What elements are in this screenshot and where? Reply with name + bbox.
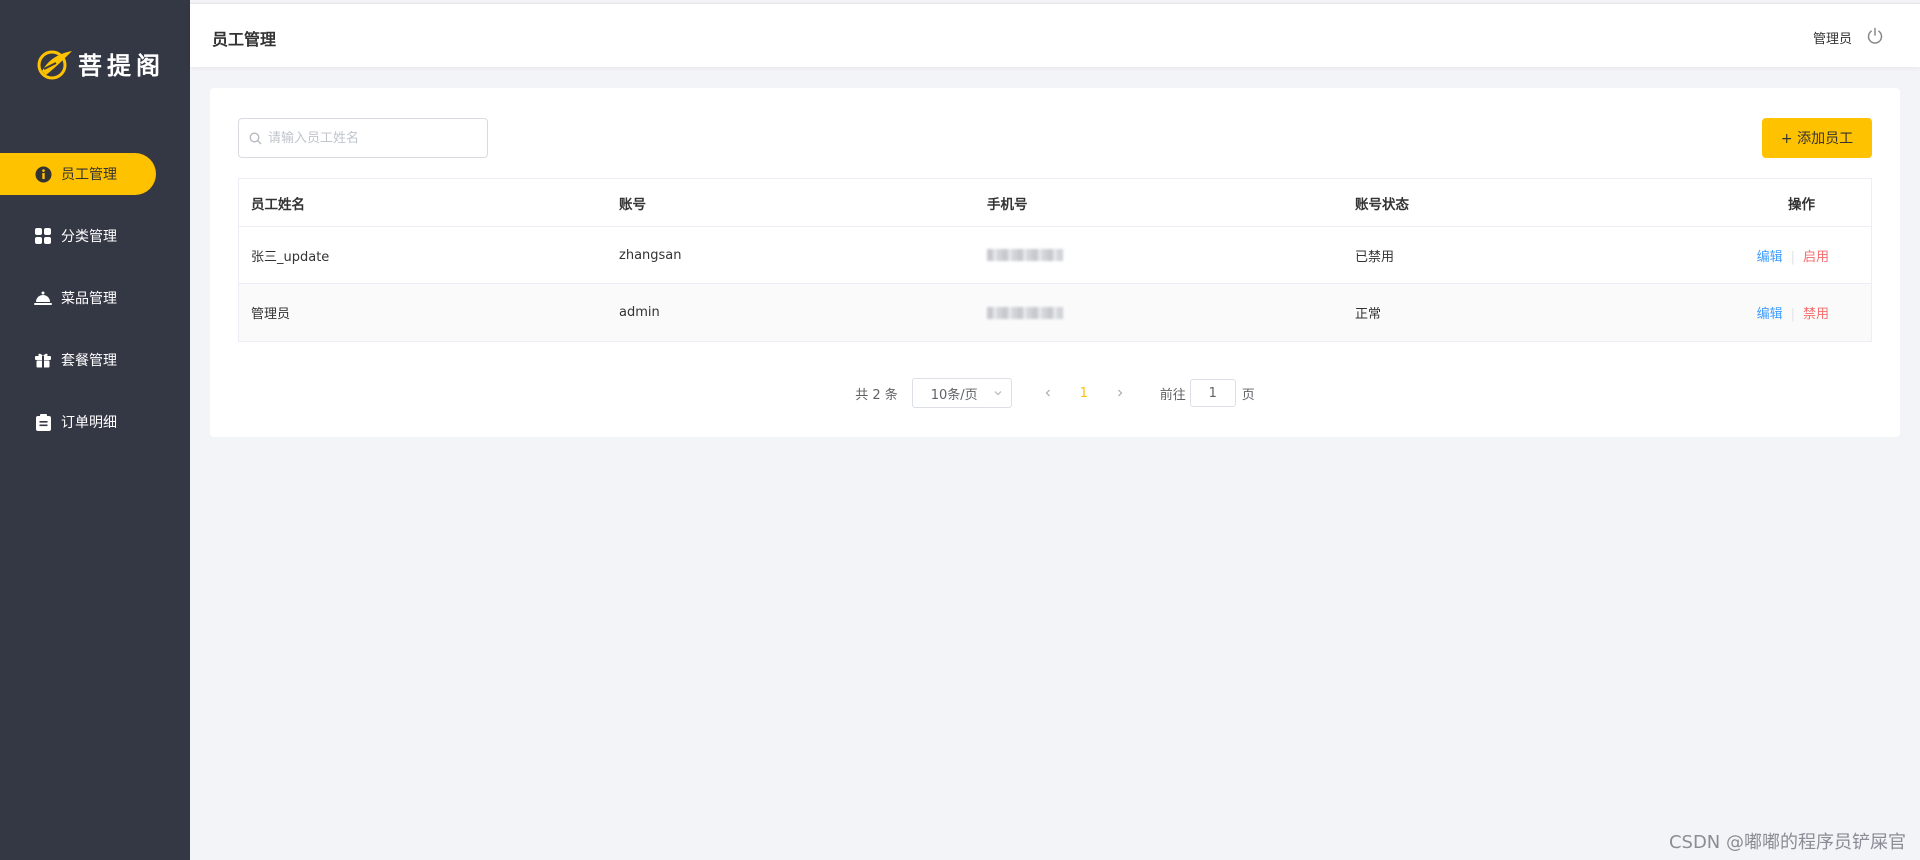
- column-header-status: 账号状态: [1355, 196, 1409, 213]
- top-header: 员工管理 管理员: [190, 3, 1920, 67]
- blurred-phone: [987, 249, 1063, 261]
- power-icon[interactable]: [1866, 27, 1884, 45]
- edit-button[interactable]: 编辑: [1757, 250, 1783, 265]
- page-number-1[interactable]: 1: [1066, 378, 1102, 408]
- current-user: 管理员: [1812, 32, 1852, 47]
- column-header-phone: 手机号: [987, 196, 1028, 213]
- goto-prefix: 前往: [1159, 387, 1186, 403]
- disable-button[interactable]: 禁用: [1803, 307, 1829, 322]
- prev-page-button[interactable]: [1030, 378, 1066, 408]
- main-card: + 添加员工 员工姓名 账号 手机号 账号状态 操作 张三_update zha…: [210, 88, 1900, 437]
- enable-button[interactable]: 启用: [1803, 250, 1829, 265]
- search-box[interactable]: [238, 118, 488, 158]
- column-header-actions: 操作: [1788, 196, 1815, 213]
- cell-actions: 编辑 | 禁用: [1673, 303, 1871, 322]
- chevron-left-icon: [1045, 389, 1050, 397]
- sidebar-item-label: 订单明细: [61, 415, 117, 431]
- logo: 菩提阁: [34, 46, 165, 81]
- sidebar-item-employee[interactable]: 员工管理: [0, 153, 156, 195]
- sidebar-item-label: 菜品管理: [61, 291, 117, 307]
- search-icon: [249, 132, 262, 144]
- cell-phone: [975, 248, 1343, 263]
- table-row: 管理员 admin 正常 编辑 | 禁用: [239, 284, 1871, 341]
- total-count: 共 2 条: [855, 387, 898, 403]
- chevron-right-icon: [1117, 389, 1123, 397]
- column-header-name: 员工姓名: [251, 196, 305, 213]
- page-size-value: 10条/页: [930, 387, 978, 403]
- goto-page-input[interactable]: [1189, 379, 1236, 407]
- sidebar-item-label: 员工管理: [61, 167, 117, 183]
- logo-mark-icon: [37, 50, 72, 79]
- search-input[interactable]: [268, 130, 478, 146]
- page-title: 员工管理: [212, 30, 277, 49]
- goto-page: 前往 页: [1160, 379, 1255, 407]
- clipboard-icon: [34, 413, 52, 431]
- cell-status: 正常: [1355, 307, 1382, 322]
- next-page-button[interactable]: [1102, 378, 1138, 408]
- add-employee-button[interactable]: + 添加员工: [1762, 118, 1872, 158]
- employee-table: 员工姓名 账号 手机号 账号状态 操作 张三_update zhangsan 已…: [238, 178, 1872, 342]
- goto-suffix: 页: [1241, 387, 1255, 403]
- table-row: 张三_update zhangsan 已禁用 编辑 | 启用: [239, 227, 1871, 284]
- sidebar-item-combo[interactable]: 套餐管理: [0, 339, 156, 381]
- grid-icon: [34, 227, 52, 245]
- cell-status: 已禁用: [1355, 249, 1395, 265]
- cell-phone: [975, 305, 1343, 320]
- divider: |: [1790, 249, 1795, 265]
- blurred-phone: [987, 306, 1063, 319]
- info-circle-icon: [34, 165, 52, 183]
- sidebar-menu: 员工管理 分类管理 菜品管理 套餐管理 订单明细: [0, 153, 190, 463]
- divider: |: [1790, 307, 1795, 322]
- cell-account: admin: [619, 305, 660, 320]
- page-size-select[interactable]: 10条/页: [911, 378, 1012, 408]
- table-header: 员工姓名 账号 手机号 账号状态 操作: [239, 179, 1871, 227]
- gift-icon: [34, 351, 52, 369]
- sidebar-item-category[interactable]: 分类管理: [0, 215, 156, 257]
- cell-name: 管理员: [251, 307, 291, 322]
- sidebar: 菩提阁 员工管理 分类管理 菜品管理 套餐管理 订单明细: [0, 0, 190, 860]
- watermark: CSDN @嘟嘟的程序员铲屎官: [1668, 832, 1906, 853]
- cell-name: 张三_update: [251, 249, 330, 265]
- cell-actions: 编辑 | 启用: [1673, 246, 1871, 265]
- edit-button[interactable]: 编辑: [1757, 307, 1783, 322]
- pagination: 共 2 条 10条/页 1 前往 页: [210, 378, 1900, 408]
- column-header-account: 账号: [619, 196, 646, 213]
- sidebar-item-label: 套餐管理: [61, 353, 117, 369]
- chevron-down-icon: [994, 391, 1002, 396]
- logo-text: 菩提阁: [78, 51, 165, 80]
- sidebar-item-orders[interactable]: 订单明细: [0, 401, 156, 443]
- cloche-icon: [34, 289, 52, 307]
- cell-account: zhangsan: [619, 247, 682, 263]
- sidebar-item-dish[interactable]: 菜品管理: [0, 277, 156, 319]
- sidebar-item-label: 分类管理: [61, 229, 117, 245]
